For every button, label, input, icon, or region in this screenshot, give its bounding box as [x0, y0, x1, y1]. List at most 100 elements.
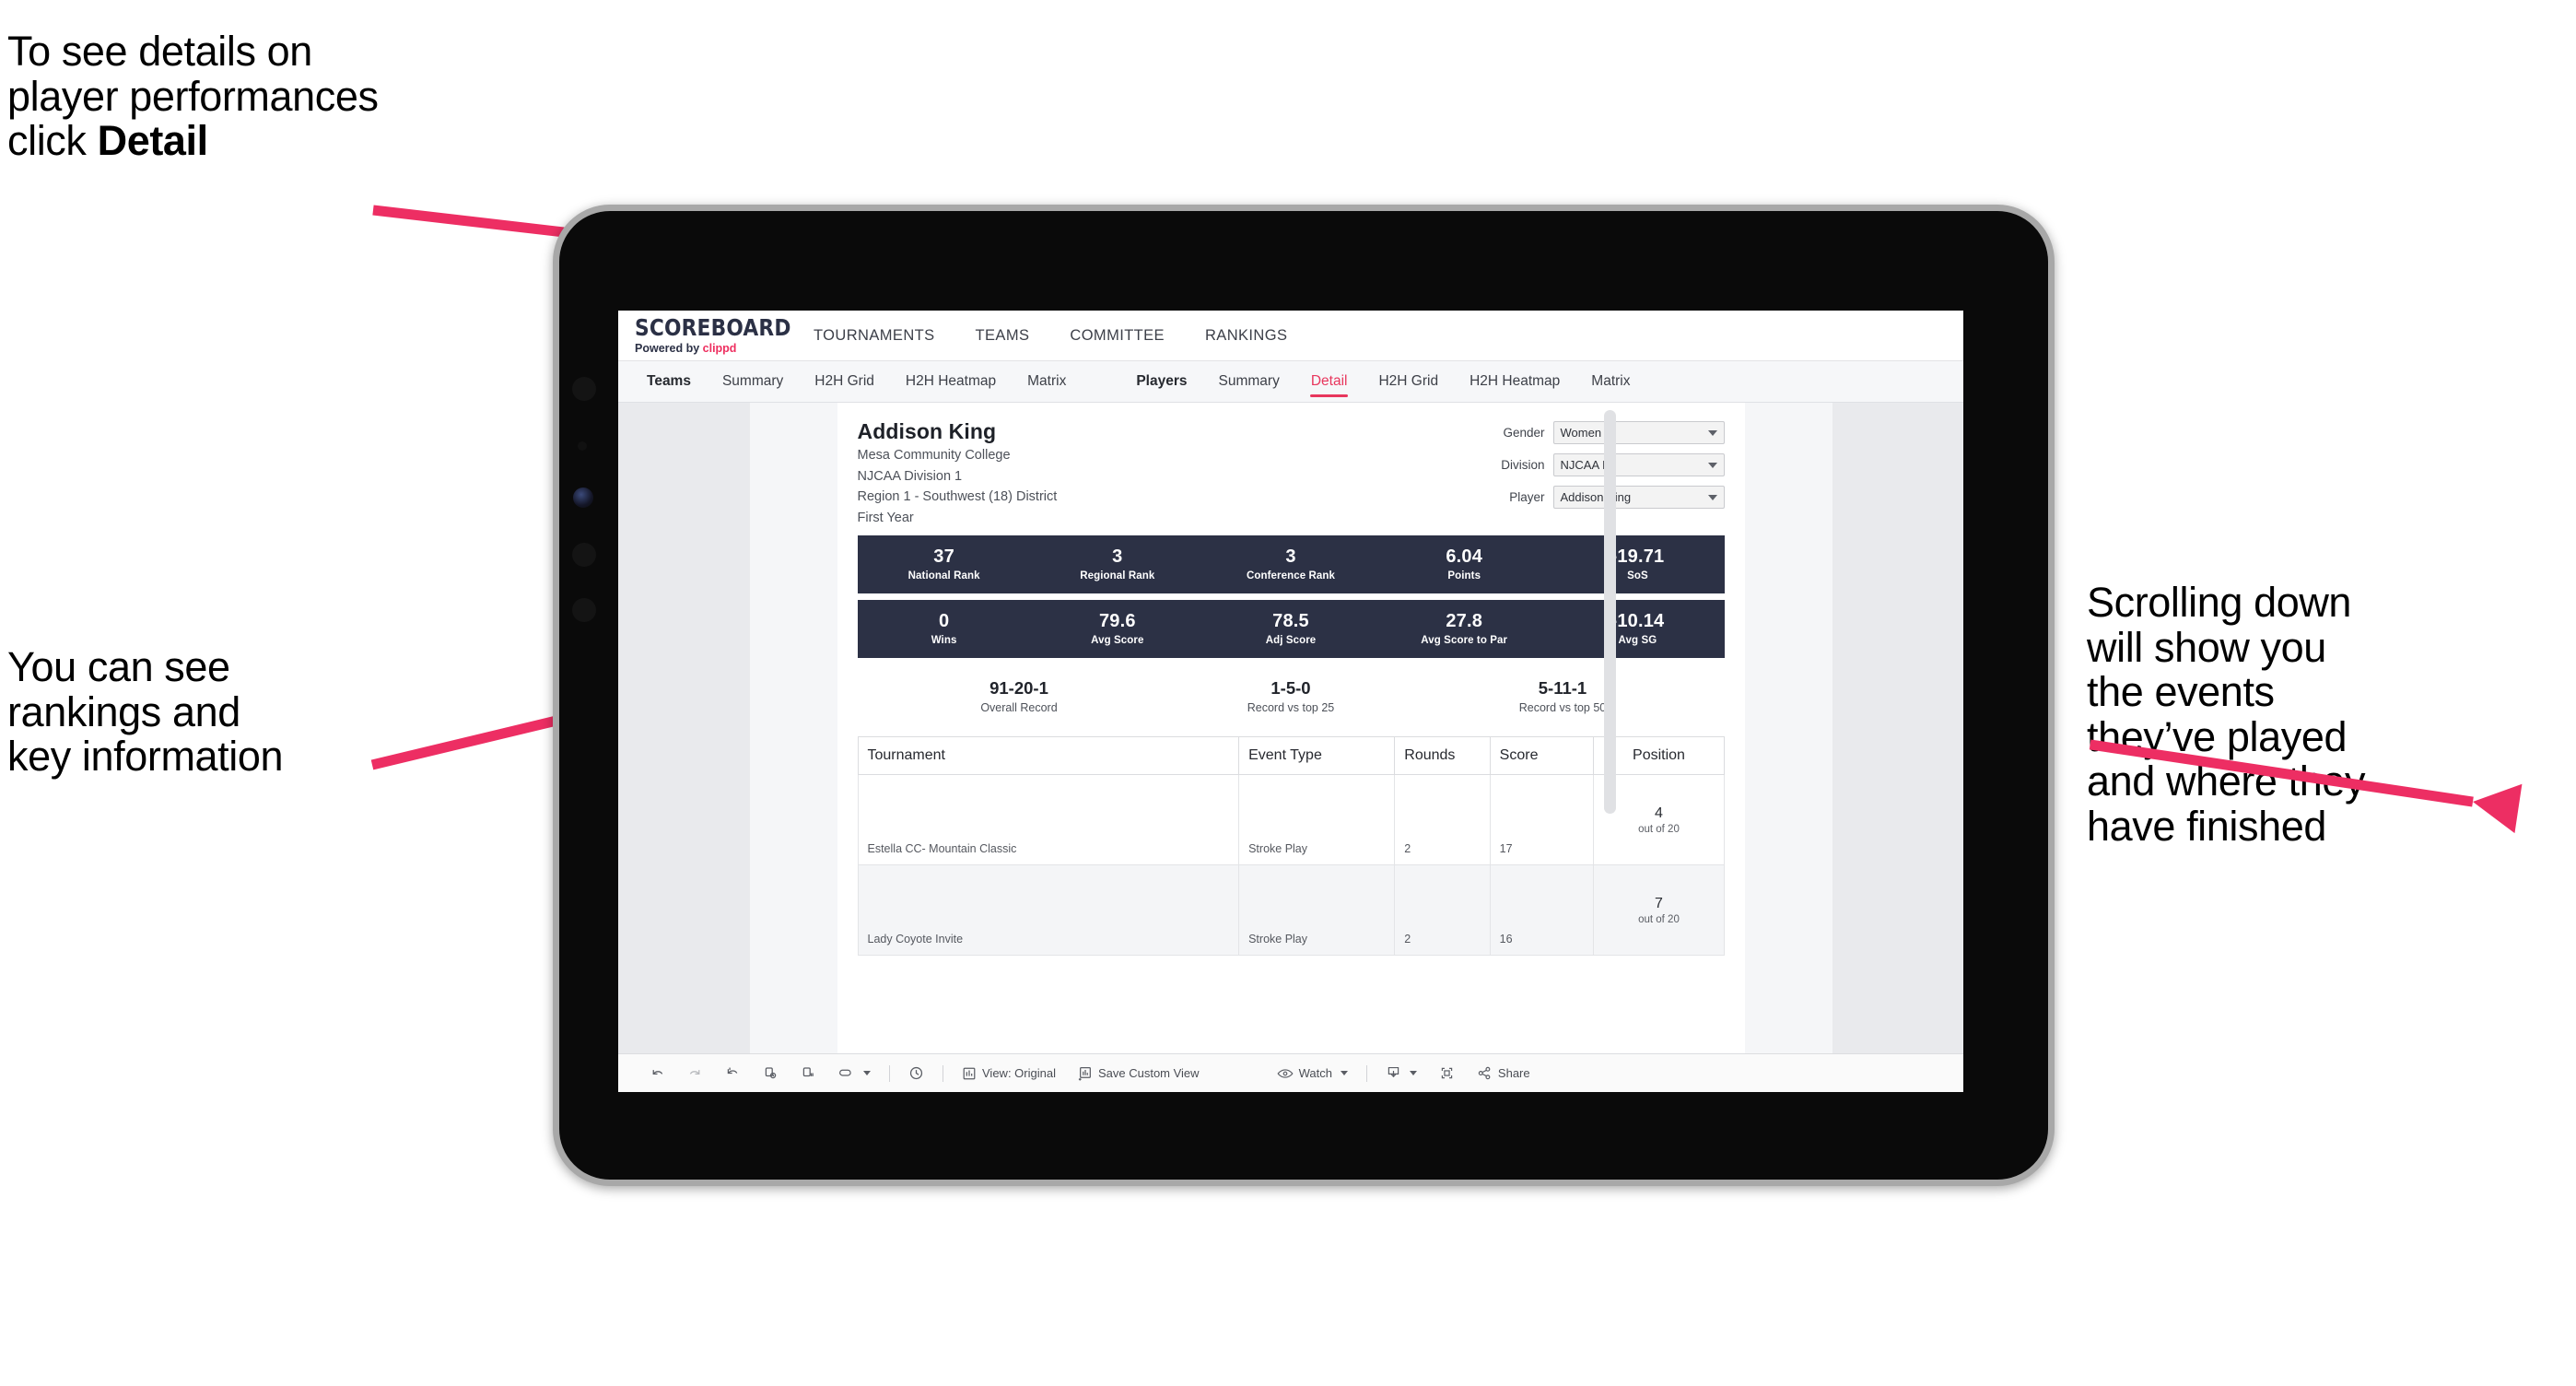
tab-group-label-teams: Teams	[647, 373, 691, 389]
stat-value: 0	[938, 611, 950, 632]
view-original-button[interactable]: View: Original	[951, 1054, 1067, 1092]
tab-bar: Teams Summary H2H Grid H2H Heatmap Matri…	[618, 361, 1963, 403]
stat-points: 6.04 Points	[1377, 546, 1551, 582]
chevron-down-icon	[1707, 462, 1717, 468]
history-button[interactable]	[897, 1054, 935, 1092]
player-region: Region 1 - Southwest (18) District	[857, 489, 1058, 505]
cell-rounds: 2	[1394, 864, 1491, 957]
filter-player: Player Addison King	[1448, 486, 1725, 509]
cell-event-type: Stroke Play	[1238, 774, 1396, 866]
revert-button[interactable]	[714, 1054, 752, 1092]
watch-button[interactable]: Watch	[1266, 1054, 1359, 1092]
th-rounds[interactable]: Rounds	[1394, 736, 1491, 776]
device-preview-button[interactable]	[827, 1054, 882, 1092]
undo-button[interactable]	[638, 1054, 676, 1092]
share-label: Share	[1497, 1066, 1530, 1080]
player-select[interactable]: Addison King	[1552, 486, 1725, 509]
gender-select[interactable]: Women	[1552, 421, 1725, 444]
share-button[interactable]: Share	[1466, 1054, 1541, 1092]
tournament-results-table: Tournament Event Type Rounds Score Posit…	[857, 736, 1725, 957]
th-event-type[interactable]: Event Type	[1238, 736, 1396, 776]
player-header-row: Addison King Mesa Community College NJCA…	[858, 419, 1725, 527]
position-out-of: out of 20	[1638, 913, 1680, 925]
stat-label: Points	[1447, 570, 1481, 582]
stat-value: 27.8	[1446, 611, 1483, 632]
toolbar-divider	[889, 1064, 890, 1082]
nav-teams[interactable]: TEAMS	[976, 311, 1030, 361]
tab-teams-h2h-grid[interactable]: H2H Grid	[799, 361, 890, 402]
share-icon	[1478, 1066, 1491, 1080]
table-row[interactable]: Estella CC- Mountain Classic Stroke Play…	[857, 774, 1725, 866]
nav-tournaments[interactable]: TOURNAMENTS	[814, 311, 935, 361]
player-select-value: Addison King	[1560, 490, 1632, 504]
camera-dot	[572, 377, 596, 401]
camera-dot	[572, 598, 596, 622]
cell-tournament: Estella CC- Mountain Classic	[857, 774, 1240, 866]
stat-label: Adj Score	[1265, 635, 1317, 647]
th-tournament[interactable]: Tournament	[857, 736, 1240, 776]
stat-value: -10.14	[1610, 611, 1665, 632]
tab-players-summary[interactable]: Summary	[1203, 361, 1295, 402]
division-select-value: NJCAA I	[1560, 458, 1606, 472]
stat-label: Regional Rank	[1080, 570, 1155, 582]
position-value: 4	[1655, 805, 1663, 821]
arrow-head	[2468, 777, 2523, 834]
tab-players-h2h-heatmap[interactable]: H2H Heatmap	[1454, 361, 1575, 402]
download-button[interactable]	[1375, 1054, 1428, 1092]
refresh-button[interactable]	[752, 1054, 790, 1092]
stat-value: 6.04	[1446, 546, 1483, 568]
filter-gender-label: Gender	[1503, 426, 1545, 440]
tab-players-matrix[interactable]: Matrix	[1575, 361, 1645, 402]
stat-label: Avg SG	[1618, 635, 1657, 647]
stat-avg-score: 79.6 Avg Score	[1031, 612, 1204, 647]
vertical-scrollbar[interactable]	[1603, 410, 1616, 814]
refresh-icon	[765, 1067, 777, 1079]
tab-teams-summary[interactable]: Summary	[707, 361, 799, 402]
tab-players-detail[interactable]: Detail	[1295, 361, 1364, 402]
tab-group-label-players: Players	[1136, 373, 1188, 389]
stat-avg-sg: -10.14 Avg SG	[1551, 611, 1724, 647]
undo-icon	[652, 1070, 663, 1075]
filter-gender: Gender Women	[1448, 421, 1725, 444]
save-custom-view-label: Save Custom View	[1097, 1066, 1200, 1080]
stat-label: Wins	[931, 635, 957, 647]
tab-teams-matrix[interactable]: Matrix	[1012, 361, 1082, 402]
players-tab-group: Players Summary Detail H2H Grid H2H Heat…	[1120, 361, 1645, 402]
stat-adj-score: 78.5 Adj Score	[1204, 611, 1377, 647]
gender-select-value: Women	[1560, 426, 1602, 440]
stat-avg-score-to-par: 27.8 Avg Score to Par	[1377, 611, 1551, 647]
th-score[interactable]: Score	[1489, 736, 1595, 776]
scoreboard-logo[interactable]: SCOREBOARD Powered by clippd	[618, 316, 793, 355]
watch-label: Watch	[1298, 1066, 1332, 1080]
tab-teams-h2h-heatmap[interactable]: H2H Heatmap	[890, 361, 1012, 402]
view-chart-icon	[963, 1067, 976, 1079]
stat-national-rank: 37 National Rank	[858, 547, 1031, 582]
record-vs-top25: 1-5-0 Record vs top 25	[1155, 678, 1427, 714]
player-division: NJCAA Division 1	[857, 468, 963, 484]
table-row[interactable]: Lady Coyote Invite Stroke Play 2 16 7 ou…	[857, 864, 1725, 957]
pause-button[interactable]	[790, 1054, 827, 1092]
redo-button[interactable]	[676, 1054, 714, 1092]
nav-rankings[interactable]: RANKINGS	[1205, 311, 1287, 361]
stat-conference-rank: 3 Conference Rank	[1204, 547, 1377, 582]
position-value: 7	[1655, 895, 1663, 911]
chevron-down-icon	[863, 1071, 871, 1075]
stat-wins: 0 Wins	[858, 611, 1031, 647]
chevron-down-icon	[1409, 1071, 1417, 1075]
fullscreen-button[interactable]	[1428, 1054, 1466, 1092]
cell-tournament: Lady Coyote Invite	[857, 864, 1240, 957]
stat-label: Avg Score	[1091, 635, 1144, 647]
stat-value: 78.5	[1272, 611, 1309, 632]
cell-position: 7 out of 20	[1593, 864, 1725, 957]
tablet-screen: SCOREBOARD Powered by clippd TOURNAMENTS…	[618, 311, 1963, 1092]
redo-icon	[689, 1070, 700, 1075]
toolbar-divider	[1365, 1064, 1367, 1082]
dashboard-toolbar: View: Original Save Custom View Watch Sh…	[618, 1053, 1963, 1092]
nav-committee[interactable]: COMMITTEE	[1070, 311, 1165, 361]
filter-division: Division NJCAA I	[1448, 453, 1725, 476]
teams-tab-group: Teams Summary H2H Grid H2H Heatmap Matri…	[631, 361, 1082, 402]
camera-dot	[572, 543, 596, 567]
tab-players-h2h-grid[interactable]: H2H Grid	[1363, 361, 1454, 402]
division-select[interactable]: NJCAA I	[1552, 453, 1725, 476]
save-custom-view-button[interactable]: Save Custom View	[1067, 1054, 1211, 1092]
